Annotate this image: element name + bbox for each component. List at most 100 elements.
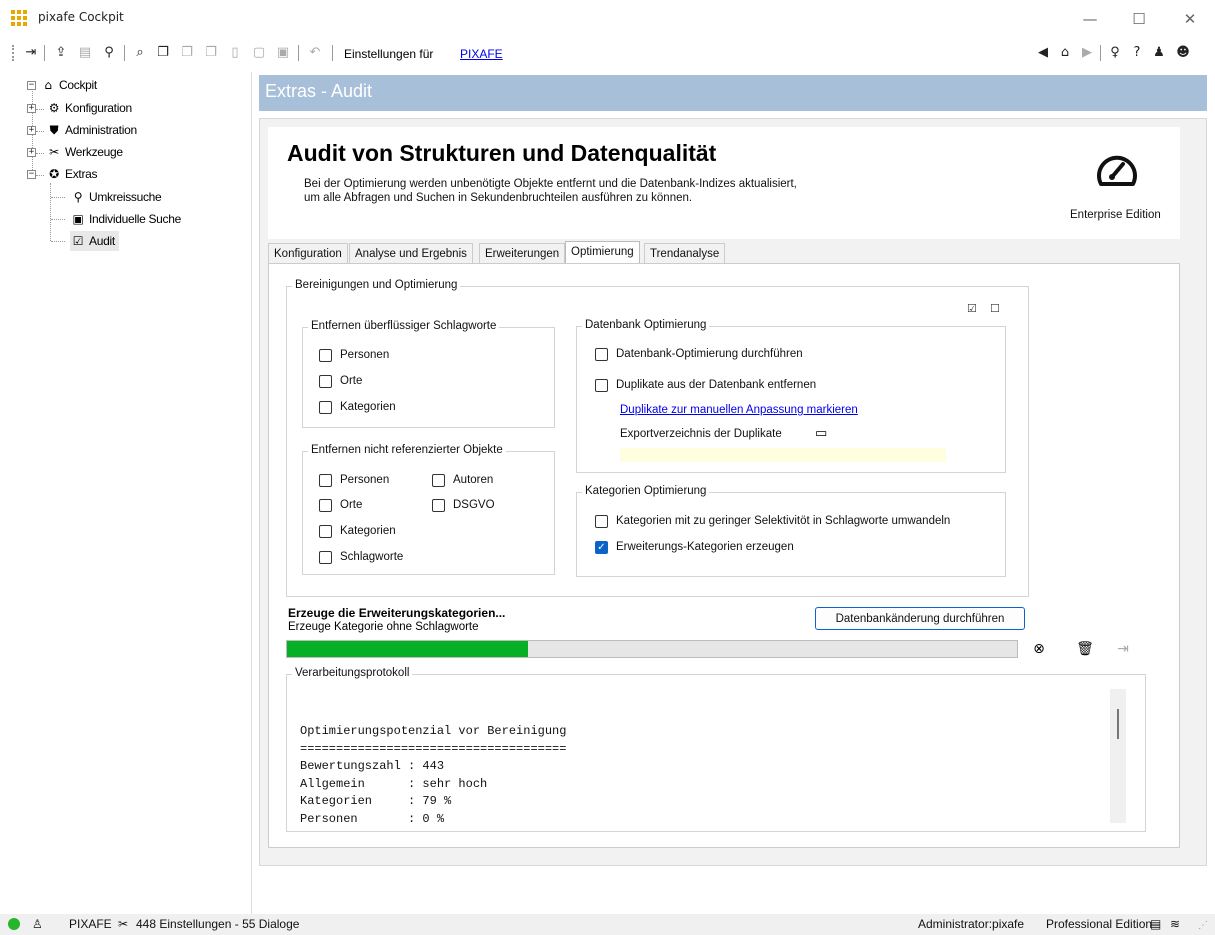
export-directory-field[interactable] [620, 448, 946, 462]
export-directory-label: Exportverzeichnis der Duplikate [620, 428, 782, 440]
remove-keywords-personen-checkbox[interactable]: Personen [319, 347, 389, 363]
checkbox-box [319, 498, 332, 512]
log-textarea[interactable]: Optimierungspotenzial vor Bereinigung ==… [298, 689, 1126, 823]
settings-instance-link[interactable]: PIXAFE [460, 47, 503, 61]
tab-konfiguration[interactable]: Konfiguration [268, 243, 348, 263]
folder-browse-icon[interactable]: ▭ [815, 426, 827, 441]
checkbox-label: Schlagworte [340, 551, 404, 563]
expand-icon[interactable]: + [27, 126, 36, 135]
tab-trendanalyse[interactable]: Trendanalyse [644, 243, 726, 263]
back-arrow-icon[interactable]: ◀ [1034, 44, 1052, 62]
tree-item-audit[interactable]: ☑ Audit [70, 231, 119, 251]
toolbar: ⇥ ⇪ ▤ ⚲ ⌕ ❐ ❐ ❐ ▯ ▢ ▣ ↶ Einstellungen fü… [0, 42, 1215, 68]
extension-categories-checkbox[interactable]: ✓ Erweiterungs-Kategorien erzeugen [595, 539, 794, 555]
export-icon[interactable]: ⇥ [1114, 640, 1132, 658]
search-icon[interactable]: ⌕ [131, 44, 149, 62]
unreferenced-kategorien-checkbox[interactable]: Kategorien [319, 523, 396, 539]
expand-icon[interactable]: + [27, 148, 36, 157]
database-optimize-checkbox[interactable]: Datenbank-Optimierung durchführen [595, 346, 803, 362]
book-reader-icon[interactable]: ♟ [1150, 44, 1168, 62]
user-account-icon[interactable]: ☻ [1174, 44, 1192, 62]
tree-root-cockpit[interactable]: ⌂ Cockpit [40, 75, 97, 95]
checkbox-label: Orte [340, 375, 363, 387]
app-icon [11, 10, 27, 26]
tree-line [36, 175, 44, 176]
operation-subtitle: Erzeuge Kategorie ohne Schlagworte [288, 621, 479, 633]
checkbox-box [432, 498, 445, 512]
help-icon[interactable]: ? [1128, 44, 1146, 62]
title-bar: pixafe Cockpit — ☐ ✕ [0, 0, 1215, 40]
tree-item-konfiguration[interactable]: ⚙ Konfiguration [46, 98, 132, 118]
database-optimization-title: Datenbank Optimierung [582, 319, 710, 331]
description-line-2: um alle Abfragen und Suchen in Sekundenb… [304, 192, 693, 204]
minimize-button[interactable]: — [1075, 8, 1105, 30]
checkbox-box [319, 400, 332, 414]
toolbar-grip[interactable] [12, 45, 14, 61]
unreferenced-dsgvo-checkbox[interactable]: DSGVO [432, 497, 495, 513]
tree-line [51, 197, 65, 198]
tab-optimierung[interactable]: Optimierung [565, 241, 640, 263]
checklist-icon: ☑ [72, 234, 84, 248]
select-all-checkbox[interactable]: ☑ [967, 302, 977, 315]
tree-item-administration[interactable]: ⛊ Administration [46, 120, 138, 140]
remove-duplicates-checkbox[interactable]: Duplikate aus der Datenbank entfernen [595, 377, 816, 393]
upload-icon[interactable]: ⇪ [52, 44, 70, 62]
unreferenced-orte-checkbox[interactable]: Orte [319, 497, 362, 513]
tree-item-werkzeuge[interactable]: ✂ Werkzeuge [46, 142, 123, 162]
tree-item-umkreissuche[interactable]: ⚲ Umkreissuche [70, 187, 162, 207]
log-content: Optimierungspotenzial vor Bereinigung ==… [300, 724, 567, 823]
tab-analyse-und-ergebnis[interactable]: Analyse und Ergebnis [349, 243, 473, 263]
audit-heading: Audit von Strukturen und Datenqualität [287, 140, 717, 166]
remove-keywords-title: Entfernen überflüssiger Schlagworte [308, 320, 500, 332]
select-none-checkbox[interactable]: ☐ [990, 302, 1000, 315]
close-button[interactable]: ✕ [1175, 8, 1205, 30]
save-icon[interactable]: ▤ [76, 44, 94, 62]
unreferenced-schlagworte-checkbox[interactable]: Schlagworte [319, 549, 403, 565]
login-icon[interactable]: ⇥ [22, 44, 40, 62]
log-scrollbar[interactable] [1110, 689, 1126, 823]
tree-item-label: Extras [65, 167, 98, 181]
categories-optimization-group [576, 492, 1006, 577]
unreferenced-autoren-checkbox[interactable]: Autoren [432, 472, 493, 488]
checkbox-box [319, 374, 332, 388]
checkbox-label: Kategorien [340, 525, 396, 537]
maximize-button[interactable]: ☐ [1124, 8, 1154, 30]
navigation-tree: − ⌂ Cockpit + ⚙ Konfiguration + ⛊ Administr… [0, 72, 252, 914]
tree-line [51, 219, 65, 220]
tree-item-extras[interactable]: ✪ Extras [46, 164, 97, 184]
tree-item-individuelle-suche[interactable]: ▣ Individuelle Suche [70, 209, 181, 229]
forward-arrow-icon[interactable]: ▶ [1078, 44, 1096, 62]
unreferenced-personen-checkbox[interactable]: Personen [319, 472, 389, 488]
expand-icon[interactable]: + [27, 104, 36, 113]
undo-icon[interactable]: ↶ [306, 44, 324, 62]
tree-item-label: Individuelle Suche [89, 212, 182, 226]
collapse-icon[interactable]: − [27, 170, 36, 179]
tree-item-label: Audit [89, 234, 115, 248]
collapse-icon[interactable]: − [27, 81, 36, 90]
lightbulb-icon[interactable]: ♀ [1106, 44, 1124, 62]
cancel-circle-icon[interactable]: ⊗ [1030, 640, 1048, 658]
paste-special-icon[interactable]: ❐ [202, 44, 220, 62]
toolbar-separator [1100, 45, 1101, 61]
tree-line [36, 109, 44, 110]
clipboard-icon[interactable]: ▢ [250, 44, 268, 62]
checkbox-label: Autoren [453, 474, 494, 486]
tab-erweiterungen[interactable]: Erweiterungen [479, 243, 566, 263]
duplicate-icon[interactable]: ❐ [178, 44, 196, 62]
delete-icon[interactable]: 🗑 [1076, 640, 1094, 658]
checkbox-box [595, 347, 608, 361]
execute-database-change-button[interactable]: Datenbankänderung durchführen [815, 607, 1025, 630]
log-scrollbar-thumb[interactable] [1117, 709, 1119, 739]
remove-keywords-orte-checkbox[interactable]: Orte [319, 373, 362, 389]
tree-item-label: Konfiguration [65, 101, 132, 115]
binoculars-icon[interactable]: ⚲ [100, 44, 118, 62]
home-icon[interactable]: ⌂ [1056, 44, 1074, 62]
clipboard-paste-icon[interactable]: ▣ [274, 44, 292, 62]
gears-icon: ⚙ [48, 101, 60, 115]
copy-icon[interactable]: ❐ [154, 44, 172, 62]
document-icon[interactable]: ▯ [226, 44, 244, 62]
remove-keywords-kategorien-checkbox[interactable]: Kategorien [319, 399, 396, 415]
resize-grip[interactable]: ⋰ [1198, 920, 1208, 931]
convert-categories-checkbox[interactable]: Kategorien mit zu geringer Selektivitöt … [595, 513, 950, 529]
mark-duplicates-link[interactable]: Duplikate zur manuellen Anpassung markie… [620, 404, 858, 416]
